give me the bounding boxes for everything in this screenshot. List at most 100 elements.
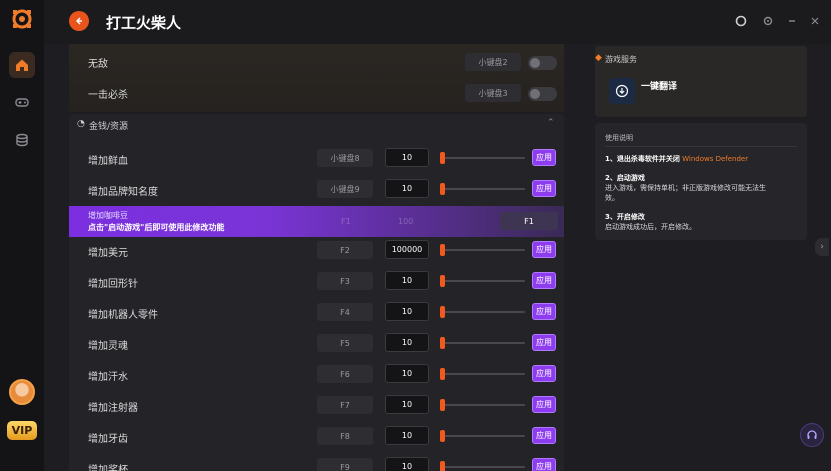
apply-button[interactable]: 应用 xyxy=(532,149,556,166)
apply-button[interactable]: 应用 xyxy=(532,365,556,382)
instructions-header: 使用说明 xyxy=(605,134,633,142)
cheat-label: 增加注射器 xyxy=(88,403,138,414)
cheat-label: 增加鲜血 xyxy=(88,156,128,167)
cheat-label: 增加牙齿 xyxy=(88,434,128,445)
download-circle-icon xyxy=(615,84,629,98)
cheat-label: 增加机器人零件 xyxy=(88,310,158,321)
hotkey-chip[interactable]: F6 xyxy=(317,365,373,383)
divider xyxy=(605,146,797,147)
close-button[interactable] xyxy=(808,14,822,28)
record-icon xyxy=(735,15,747,27)
hotkey-chip[interactable]: F9 xyxy=(317,458,373,471)
slider-knob[interactable] xyxy=(440,152,445,164)
settings-button[interactable] xyxy=(761,14,775,28)
home-icon xyxy=(16,59,28,71)
apply-button[interactable]: 应用 xyxy=(532,396,556,413)
user-avatar[interactable] xyxy=(9,379,35,405)
slider-knob[interactable] xyxy=(440,275,445,287)
list-item: 增加灵魂 F5 10 应用 xyxy=(69,328,564,359)
value-slider[interactable] xyxy=(440,461,525,471)
translate-label[interactable]: 一键翻译 xyxy=(641,79,677,92)
service-header: 游戏服务 xyxy=(605,55,637,64)
arrow-left-icon xyxy=(76,17,82,25)
cheat-label: 增加美元 xyxy=(88,248,128,259)
slider-knob[interactable] xyxy=(440,399,445,411)
apply-button[interactable]: 应用 xyxy=(532,303,556,320)
slider-knob[interactable] xyxy=(440,244,445,256)
hotkey-chip[interactable]: 小键盘3 xyxy=(465,84,521,102)
game-service-icon: ◆ xyxy=(595,53,602,63)
hotkey-chip[interactable]: 小键盘2 xyxy=(465,53,521,71)
slider-knob[interactable] xyxy=(440,183,445,195)
slider-knob[interactable] xyxy=(440,461,445,471)
section-title: 金钱/资源 xyxy=(89,122,129,132)
value-input[interactable]: 100000 xyxy=(385,240,429,259)
value-input[interactable]: 10 xyxy=(385,395,429,414)
value-slider[interactable] xyxy=(440,368,525,380)
apply-button[interactable]: 应用 xyxy=(532,241,556,258)
minimize-button[interactable] xyxy=(785,14,799,28)
cheat-label: 增加奖杯 xyxy=(88,465,128,471)
hotkey-chip[interactable]: 小键盘9 xyxy=(317,180,373,198)
list-item: 增加奖杯 F9 10 应用 xyxy=(69,452,564,471)
value-input[interactable]: 10 xyxy=(385,333,429,352)
record-button[interactable] xyxy=(734,14,748,28)
apply-button[interactable]: 应用 xyxy=(532,458,556,471)
vip-badge[interactable]: VIP xyxy=(7,421,37,440)
value-slider[interactable] xyxy=(440,244,525,256)
value-slider[interactable] xyxy=(440,337,525,349)
list-item: 无敌 小键盘2 xyxy=(69,46,564,77)
hotkey-chip[interactable]: F7 xyxy=(317,396,373,414)
slider-knob[interactable] xyxy=(440,368,445,380)
hotkey-chip[interactable]: F4 xyxy=(317,303,373,321)
value-slider[interactable] xyxy=(440,306,525,318)
value-input[interactable]: 10 xyxy=(385,364,429,383)
cheat-toggle[interactable] xyxy=(528,87,557,101)
hotkey-chip[interactable]: F2 xyxy=(317,241,373,259)
value-slider[interactable] xyxy=(440,183,525,195)
value-input[interactable]: 10 xyxy=(385,457,429,471)
value-slider[interactable] xyxy=(440,275,525,287)
hotkey-chip[interactable]: F3 xyxy=(317,272,373,290)
value-slider[interactable] xyxy=(440,152,525,164)
value-input[interactable]: 10 xyxy=(385,271,429,290)
apply-button[interactable]: 应用 xyxy=(532,272,556,289)
nav-home[interactable] xyxy=(9,52,35,78)
list-item: 增加注射器 F7 10 应用 xyxy=(69,390,564,421)
slider-knob[interactable] xyxy=(440,337,445,349)
hotkey-chip[interactable]: F5 xyxy=(317,334,373,352)
support-button[interactable] xyxy=(800,423,824,447)
nav-games[interactable] xyxy=(9,89,35,115)
nav-storage[interactable] xyxy=(9,127,35,153)
hotkey-chip[interactable]: 小键盘8 xyxy=(317,149,373,167)
slider-knob[interactable] xyxy=(440,306,445,318)
translate-button[interactable] xyxy=(609,78,635,104)
list-item: 增加牙齿 F8 10 应用 xyxy=(69,421,564,452)
cheat-label: 增加汗水 xyxy=(88,372,128,383)
value-slider[interactable] xyxy=(440,430,525,442)
slider-knob[interactable] xyxy=(440,430,445,442)
cheat-label: 增加咖啡豆 xyxy=(88,211,128,220)
app-window: VIP 打工火柴人 无敌 小键盘2 一击必杀 小键盘3 ◔ 金钱/资源 ⌃ 增加… xyxy=(0,0,831,471)
back-button[interactable] xyxy=(69,11,89,31)
panel-expand-button[interactable]: › xyxy=(815,238,829,256)
value-input[interactable]: 10 xyxy=(385,302,429,321)
cheat-toggle[interactable] xyxy=(528,56,557,70)
section-header[interactable]: ◔ 金钱/资源 ⌃ xyxy=(69,114,564,136)
apply-button[interactable]: 应用 xyxy=(532,427,556,444)
apply-button[interactable]: 应用 xyxy=(532,334,556,351)
chevron-up-icon[interactable]: ⌃ xyxy=(547,118,555,128)
gear-icon xyxy=(763,16,773,26)
hotkey-chip[interactable]: F1 xyxy=(500,212,558,230)
cheat-label: 增加灵魂 xyxy=(88,341,128,352)
value-slider[interactable] xyxy=(440,399,525,411)
value-input[interactable]: 10 xyxy=(385,179,429,198)
cheat-label: 增加回形针 xyxy=(88,279,138,290)
hotkey-chip[interactable]: F8 xyxy=(317,427,373,445)
list-item: 增加鲜血 小键盘8 10 应用 xyxy=(69,143,564,174)
instruction-step-2-title: 2、启动游戏 xyxy=(605,174,645,182)
apply-button[interactable]: 应用 xyxy=(532,180,556,197)
value-input[interactable]: 10 xyxy=(385,426,429,445)
value-input[interactable]: 10 xyxy=(385,148,429,167)
gamepad-icon xyxy=(15,98,29,107)
